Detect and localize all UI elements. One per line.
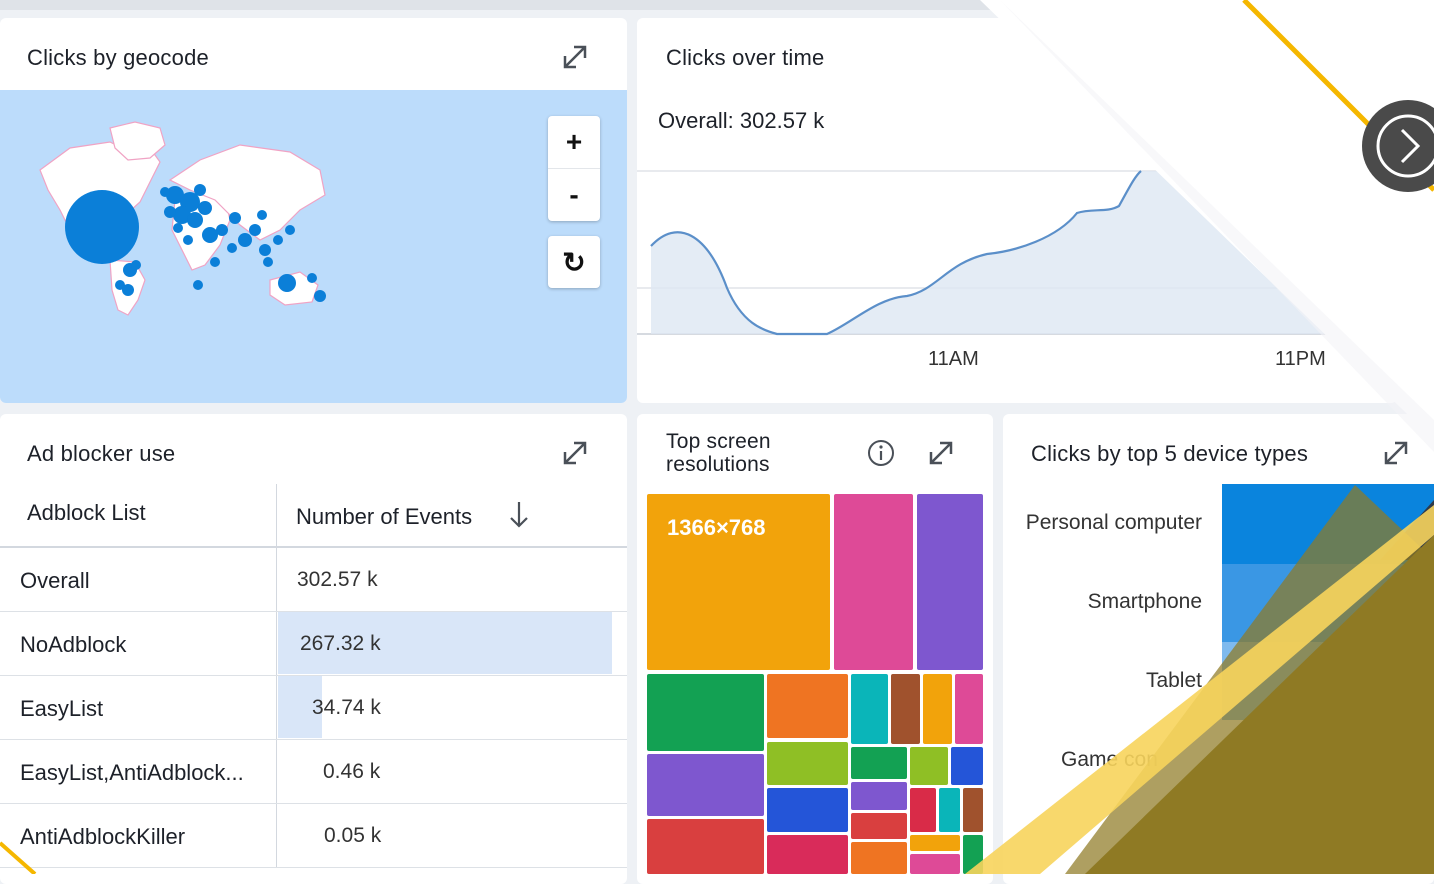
overall-value: Overall: 302.57 k (658, 108, 825, 133)
map-panel-title: Clicks by geocode (27, 45, 209, 70)
x-tick-label: 11AM (928, 348, 979, 370)
expand-icon[interactable] (926, 438, 956, 468)
device-label: Game con (1061, 748, 1158, 771)
device-label: Personal computer (1025, 511, 1202, 534)
treemap-tile[interactable] (963, 835, 983, 874)
table-header: Adblock List Number of Events (0, 484, 627, 548)
treemap-tile[interactable] (834, 494, 913, 670)
expand-icon[interactable] (560, 438, 590, 468)
treemap-tile[interactable] (851, 782, 907, 810)
reset-view-icon[interactable]: ↻ (548, 236, 600, 288)
table-row[interactable]: Overall 302.57 k (0, 548, 627, 612)
device-label: Smartphone (1087, 590, 1202, 613)
device-panel-title: Clicks by top 5 device types (1031, 441, 1309, 466)
device-bar[interactable] (1222, 484, 1434, 564)
treemap-tile[interactable] (767, 674, 848, 738)
treemap-tile[interactable] (767, 742, 848, 785)
row-name: Overall (20, 568, 90, 593)
treemap-title-line: resolutions (666, 453, 770, 476)
treemap-tile[interactable] (851, 747, 907, 779)
map-dot-large (65, 190, 139, 264)
device-label: Tablet (1145, 669, 1202, 692)
line-chart (637, 170, 1397, 336)
zoom-control: + - (548, 116, 600, 221)
treemap-panel: Top screen resolutions 1366×768 (637, 414, 993, 884)
area-fill (651, 171, 1397, 334)
treemap-tile[interactable] (951, 747, 983, 785)
column-header-events[interactable]: Number of Events (296, 504, 472, 530)
row-name: AntiAdblockKiller (20, 824, 186, 849)
treemap-tile[interactable] (910, 788, 936, 832)
map-panel: Clicks by geocode + - ↻ (0, 18, 627, 403)
treemap-tile[interactable] (851, 842, 907, 874)
top-strip (0, 0, 1000, 10)
info-icon[interactable] (866, 438, 896, 468)
treemap-tile[interactable] (917, 494, 983, 670)
row-name: NoAdblock (20, 632, 127, 657)
row-value: 0.46 k (323, 760, 381, 783)
table-row[interactable]: EasyList,AntiAdblock... 0.46 k (0, 740, 627, 804)
row-value: 267.32 k (300, 632, 381, 655)
adblock-panel: Ad blocker use Adblock List Number of Ev… (0, 414, 627, 884)
zoom-in-button[interactable]: + (548, 116, 600, 168)
treemap-tile[interactable] (955, 674, 983, 744)
treemap-panel-title: Top screen resolutions (666, 430, 771, 476)
series-line (650, 170, 1142, 336)
treemap-tile[interactable] (767, 835, 848, 874)
treemap-tile[interactable] (851, 813, 907, 839)
table-row[interactable]: EasyList 34.74 k (0, 676, 627, 740)
treemap-tile[interactable] (910, 747, 948, 785)
adblock-panel-title: Ad blocker use (27, 441, 176, 466)
treemap-tile[interactable] (910, 854, 960, 874)
next-button[interactable] (1362, 100, 1434, 192)
time-panel: Clicks over time Overall: 302.57 k 11AM … (637, 18, 1397, 403)
device-bar[interactable] (1222, 564, 1434, 642)
row-name: EasyList,AntiAdblock... (20, 760, 244, 785)
treemap-tile[interactable] (647, 819, 764, 874)
chevron-right-icon (1376, 114, 1434, 178)
reset-control: ↻ (548, 236, 600, 288)
time-panel-title: Clicks over time (666, 45, 825, 70)
expand-icon[interactable] (560, 42, 590, 72)
row-name: EasyList (20, 696, 104, 721)
treemap-tile[interactable]: 1366×768 (647, 494, 830, 670)
treemap-tile[interactable] (963, 788, 983, 832)
table-row[interactable]: NoAdblock 267.32 k (0, 612, 627, 676)
treemap-tile[interactable] (939, 788, 960, 832)
expand-icon[interactable] (1381, 438, 1411, 468)
row-value: 0.05 k (324, 824, 382, 847)
sort-arrow-down-icon[interactable] (508, 500, 530, 530)
row-value: 302.57 k (297, 568, 378, 591)
treemap-title-line: Top screen (666, 430, 771, 453)
treemap-tile[interactable] (767, 788, 848, 832)
treemap-tile[interactable] (910, 835, 960, 851)
x-tick-label: 11PM (1275, 348, 1326, 370)
treemap-tile[interactable] (647, 674, 764, 751)
column-header-adblock-list[interactable]: Adblock List (27, 500, 146, 526)
device-bar[interactable] (1222, 642, 1382, 720)
zoom-out-button[interactable]: - (548, 168, 600, 221)
device-panel: Clicks by top 5 device types Personal co… (1003, 414, 1434, 884)
table-row[interactable]: AntiAdblockKiller 0.05 k (0, 804, 627, 868)
treemap-tile[interactable] (891, 674, 920, 744)
adblock-table: Adblock List Number of Events Overall 30… (0, 484, 627, 868)
treemap-tile[interactable] (851, 674, 888, 744)
world-map[interactable] (0, 90, 627, 403)
treemap-tile-label: 1366×768 (667, 515, 766, 540)
treemap-tile[interactable] (647, 754, 764, 816)
row-value: 34.74 k (312, 696, 381, 719)
treemap-tile[interactable] (923, 674, 952, 744)
